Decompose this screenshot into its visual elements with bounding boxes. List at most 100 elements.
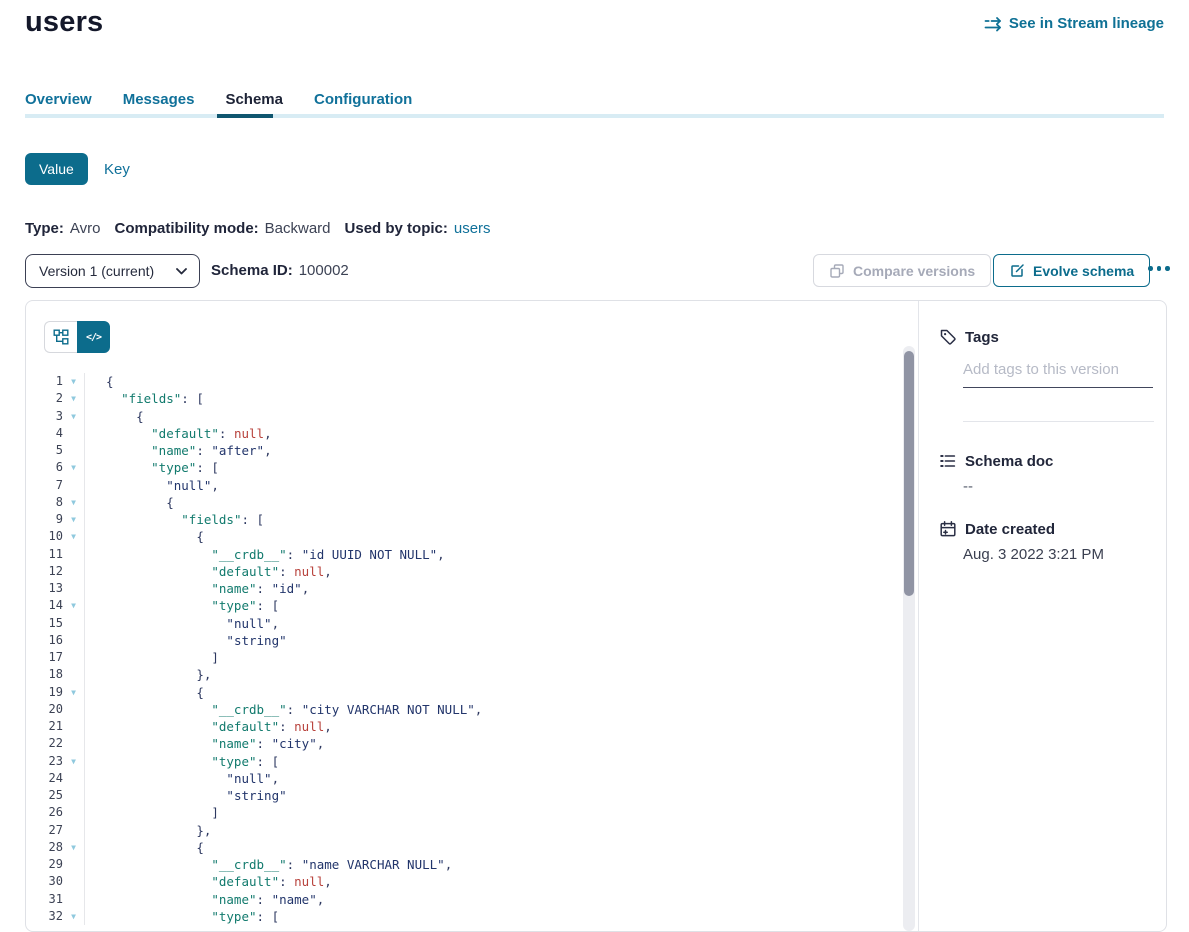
- tab-messages[interactable]: Messages: [123, 91, 195, 108]
- code-text: "default": null,: [106, 563, 332, 580]
- schema-metadata-sidebar: Tags Schema doc -- Da: [920, 301, 1166, 931]
- code-line: 7 "null",: [26, 477, 901, 494]
- tab-configuration[interactable]: Configuration: [314, 91, 412, 108]
- line-number: 8: [26, 494, 63, 511]
- fold-toggle-icon[interactable]: ▼: [63, 511, 85, 528]
- schema-id-value: 100002: [299, 262, 349, 279]
- code-text: "string": [106, 787, 287, 804]
- evolve-schema-button[interactable]: Evolve schema: [993, 254, 1150, 287]
- code-line: 12 "default": null,: [26, 563, 901, 580]
- code-line: 32▼ "type": [: [26, 908, 901, 925]
- fold-toggle-icon[interactable]: ▼: [63, 390, 85, 407]
- line-number: 3: [26, 408, 63, 425]
- tab-overview[interactable]: Overview: [25, 91, 92, 108]
- schema-code-editor[interactable]: </> 1▼{2▼ "fields": [3▼ {4 "default": nu…: [26, 301, 919, 931]
- calendar-plus-icon: [939, 520, 957, 538]
- date-created-title: Date created: [965, 521, 1055, 538]
- code-line: 25 "string": [26, 787, 901, 804]
- fold-gutter: [63, 615, 85, 632]
- code-line: 15 "null",: [26, 615, 901, 632]
- fold-toggle-icon[interactable]: ▼: [63, 839, 85, 856]
- line-number: 12: [26, 563, 63, 580]
- code-text: "fields": [: [106, 511, 264, 528]
- line-number: 22: [26, 735, 63, 752]
- code-line: 28▼ {: [26, 839, 901, 856]
- code-line: 8▼ {: [26, 494, 901, 511]
- line-number: 6: [26, 459, 63, 476]
- line-number: 15: [26, 615, 63, 632]
- topic-tabs: Overview Messages Schema Configuration: [25, 91, 412, 108]
- line-number: 30: [26, 873, 63, 890]
- fold-toggle-icon[interactable]: ▼: [63, 494, 85, 511]
- compatibility-label: Compatibility mode:: [114, 220, 258, 237]
- code-text: ]: [106, 649, 219, 666]
- code-view-button[interactable]: </>: [77, 321, 110, 353]
- more-dot: [1165, 266, 1170, 271]
- code-line: 31 "name": "name",: [26, 891, 901, 908]
- line-number: 5: [26, 442, 63, 459]
- code-text: "default": null,: [106, 718, 332, 735]
- code-text: "default": null,: [106, 425, 272, 442]
- editor-scrollbar[interactable]: [903, 346, 915, 931]
- fold-gutter: [63, 425, 85, 442]
- fold-toggle-icon[interactable]: ▼: [63, 528, 85, 545]
- code-text: {: [106, 528, 204, 545]
- used-by-topic-label: Used by topic:: [345, 220, 448, 237]
- line-number: 9: [26, 511, 63, 528]
- line-number: 24: [26, 770, 63, 787]
- more-actions-button[interactable]: [1148, 266, 1170, 271]
- code-text: {: [106, 684, 204, 701]
- compatibility-value: Backward: [265, 220, 331, 237]
- tree-view-button[interactable]: [44, 321, 77, 353]
- code-text: "name": "city",: [106, 735, 324, 752]
- line-number: 23: [26, 753, 63, 770]
- code-line: 30 "default": null,: [26, 873, 901, 890]
- line-number: 17: [26, 649, 63, 666]
- code-text: },: [106, 666, 211, 683]
- key-toggle-link[interactable]: Key: [104, 161, 130, 178]
- stream-lineage-link[interactable]: See in Stream lineage: [984, 15, 1164, 32]
- code-text: "type": [: [106, 753, 279, 770]
- fold-toggle-icon[interactable]: ▼: [63, 459, 85, 476]
- schema-doc-value: --: [963, 478, 973, 495]
- schema-meta-row: Type: Avro Compatibility mode: Backward …: [25, 220, 491, 237]
- tab-schema[interactable]: Schema: [225, 91, 283, 108]
- code-line: 21 "default": null,: [26, 718, 901, 735]
- fold-gutter: [63, 632, 85, 649]
- line-number: 2: [26, 390, 63, 407]
- compare-versions-button[interactable]: Compare versions: [813, 254, 991, 287]
- used-by-topic-link[interactable]: users: [454, 220, 491, 237]
- fold-gutter: [63, 580, 85, 597]
- fold-gutter: [63, 770, 85, 787]
- code-text: "null",: [106, 477, 219, 494]
- add-tags-input[interactable]: [963, 359, 1153, 388]
- value-toggle-button[interactable]: Value: [25, 153, 88, 185]
- fold-toggle-icon[interactable]: ▼: [63, 597, 85, 614]
- schema-panel: </> 1▼{2▼ "fields": [3▼ {4 "default": nu…: [25, 300, 1167, 932]
- code-line: 22 "name": "city",: [26, 735, 901, 752]
- editor-scrollbar-thumb[interactable]: [904, 351, 914, 596]
- code-line: 23▼ "type": [: [26, 753, 901, 770]
- code-line: 19▼ {: [26, 684, 901, 701]
- type-label: Type:: [25, 220, 64, 237]
- version-select-value: Version 1 (current): [39, 263, 154, 279]
- fold-toggle-icon[interactable]: ▼: [63, 408, 85, 425]
- fold-toggle-icon[interactable]: ▼: [63, 373, 85, 390]
- code-view-icon: </>: [86, 332, 101, 343]
- code-line: 3▼ {: [26, 408, 901, 425]
- chevron-down-icon: [176, 268, 187, 275]
- code-line: 9▼ "fields": [: [26, 511, 901, 528]
- fold-toggle-icon[interactable]: ▼: [63, 908, 85, 925]
- fold-gutter: [63, 477, 85, 494]
- line-number: 4: [26, 425, 63, 442]
- code-text: {: [106, 373, 114, 390]
- fold-gutter: [63, 718, 85, 735]
- fold-toggle-icon[interactable]: ▼: [63, 753, 85, 770]
- code-text: "null",: [106, 615, 279, 632]
- version-select[interactable]: Version 1 (current): [25, 254, 200, 288]
- code-line: 2▼ "fields": [: [26, 390, 901, 407]
- fold-gutter: [63, 701, 85, 718]
- fold-toggle-icon[interactable]: ▼: [63, 684, 85, 701]
- code-text: "__crdb__": "id UUID NOT NULL",: [106, 546, 445, 563]
- line-number: 16: [26, 632, 63, 649]
